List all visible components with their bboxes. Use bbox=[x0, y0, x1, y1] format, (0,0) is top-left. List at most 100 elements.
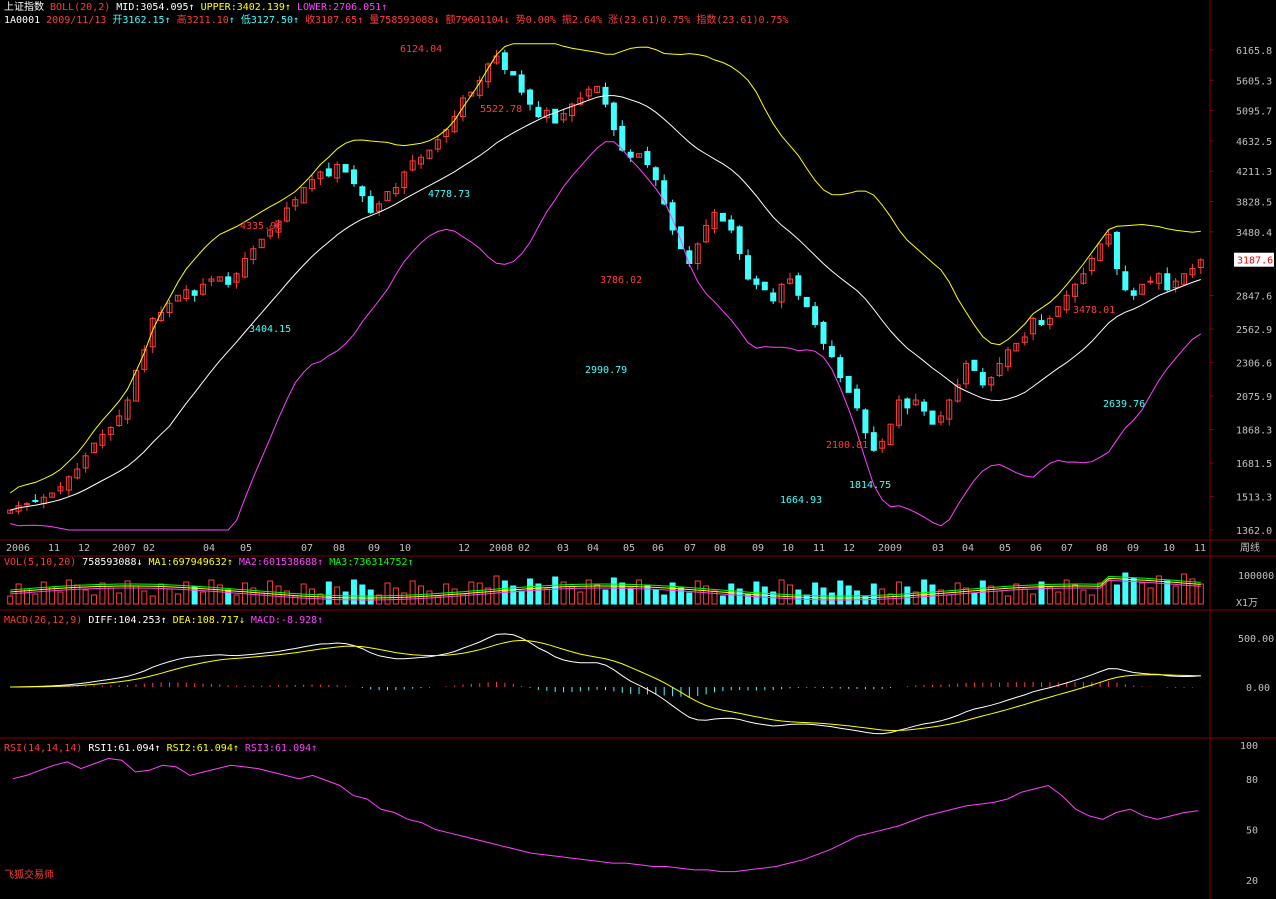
volume-bar bbox=[116, 592, 123, 605]
time-axis-label: 03 bbox=[557, 543, 569, 554]
boll-mid-line bbox=[10, 95, 1201, 511]
candle-body bbox=[921, 401, 928, 412]
volume-bar bbox=[1197, 583, 1204, 605]
volume-bar bbox=[610, 577, 617, 605]
price-tick-label: 5605.3 bbox=[1236, 76, 1272, 87]
volume-bar bbox=[1113, 584, 1120, 605]
volume-bar bbox=[82, 589, 89, 605]
time-axis-label: 04 bbox=[587, 543, 599, 554]
volume-bar bbox=[409, 580, 416, 605]
time-axis-label: 09 bbox=[368, 543, 380, 554]
volume-bar bbox=[870, 583, 877, 605]
period-label: 周线 bbox=[1240, 541, 1260, 554]
volume-bar bbox=[1004, 595, 1011, 605]
price-tick-label: 2847.6 bbox=[1236, 292, 1272, 303]
volume-bar bbox=[988, 585, 995, 605]
volume-bar bbox=[636, 579, 643, 605]
price-annotation: 2100.81 bbox=[826, 440, 868, 451]
volume-bar bbox=[1038, 581, 1045, 605]
volume-bar bbox=[485, 587, 492, 605]
time-axis-label: 09 bbox=[1127, 543, 1139, 554]
time-axis-label: 03 bbox=[932, 543, 944, 554]
volume-bar bbox=[845, 585, 852, 605]
price-annotation: 3404.15 bbox=[249, 324, 291, 335]
rsi-tick-label: 20 bbox=[1246, 876, 1258, 887]
price-annotation: 4778.73 bbox=[428, 189, 470, 200]
volume-bar bbox=[686, 592, 693, 605]
time-axis-label: 04 bbox=[203, 543, 215, 554]
candle-body bbox=[736, 226, 743, 255]
volume-bar bbox=[879, 588, 886, 605]
volume-bar bbox=[837, 580, 844, 605]
volume-bar bbox=[15, 583, 22, 605]
time-axis-label: 05 bbox=[240, 543, 252, 554]
volume-bar bbox=[91, 594, 98, 605]
volume-bar bbox=[535, 583, 542, 605]
stock-chart: 6165.8 5605.3 5095.7 4632.5 4211.3 3828.5 3480… bbox=[0, 0, 1276, 899]
volume-bar bbox=[895, 581, 902, 605]
candle-body bbox=[719, 212, 726, 222]
volume-bar bbox=[384, 582, 391, 605]
candle-body bbox=[527, 89, 534, 105]
price-tick-label: 2562.9 bbox=[1236, 325, 1272, 336]
volume-bar bbox=[812, 582, 819, 605]
volume-bar bbox=[1021, 588, 1028, 605]
volume-bar bbox=[719, 595, 726, 605]
price-tag: 3187.6 bbox=[1237, 256, 1273, 267]
time-axis-label: 2008 bbox=[489, 543, 513, 554]
price-annotation: 1814.75 bbox=[849, 480, 891, 491]
candle-body bbox=[535, 106, 542, 118]
candle-body bbox=[342, 164, 349, 173]
volume-bar bbox=[937, 589, 944, 605]
candle-body bbox=[1147, 280, 1154, 283]
boll-lower-line bbox=[10, 141, 1202, 531]
time-axis-label: 08 bbox=[333, 543, 345, 554]
volume-bar bbox=[728, 583, 735, 605]
candle-body bbox=[518, 74, 525, 93]
price-tick-label: 1868.3 bbox=[1236, 426, 1272, 437]
volume-bar bbox=[132, 585, 139, 605]
volume-bar bbox=[946, 594, 953, 605]
volume-bar bbox=[200, 591, 207, 605]
price-tick-label: 1513.3 bbox=[1236, 493, 1272, 504]
candle-body bbox=[828, 346, 835, 358]
volume-bar bbox=[627, 587, 634, 605]
candle-body bbox=[795, 275, 802, 296]
price-annotation: 6124.04 bbox=[400, 44, 442, 55]
volume-bar bbox=[40, 581, 47, 605]
candle-body bbox=[191, 290, 198, 296]
volume-bar bbox=[568, 586, 575, 605]
volume-bar bbox=[1189, 578, 1196, 605]
volume-bar bbox=[602, 589, 609, 605]
volume-bar bbox=[1105, 579, 1112, 605]
price-annotation: 4335.96 bbox=[240, 221, 282, 232]
candle-body bbox=[510, 71, 517, 76]
volume-bar bbox=[443, 583, 450, 605]
volume-bar bbox=[1055, 591, 1062, 605]
candle-body bbox=[862, 409, 869, 434]
volume-bar bbox=[65, 579, 72, 605]
time-axis-label: 02 bbox=[518, 543, 530, 554]
vol-tick-label: 100000 bbox=[1238, 571, 1274, 582]
time-axis-label: 07 bbox=[1061, 543, 1073, 554]
candle-body bbox=[812, 306, 819, 325]
volume-bar bbox=[527, 578, 534, 605]
volume-bar bbox=[267, 580, 274, 605]
volume-bar bbox=[1046, 586, 1053, 605]
macd-dea-line bbox=[10, 639, 1201, 732]
candle-body bbox=[870, 432, 877, 451]
volume-bar bbox=[661, 594, 668, 605]
price-tick-label: 1362.0 bbox=[1236, 526, 1272, 537]
candle-body bbox=[728, 219, 735, 231]
volume-bar bbox=[1164, 580, 1171, 605]
volume-bar bbox=[233, 594, 240, 605]
candle-body bbox=[854, 388, 861, 409]
candle-body bbox=[1038, 320, 1045, 325]
candle-body bbox=[770, 292, 777, 302]
time-axis-label: 11 bbox=[1194, 543, 1206, 554]
candle-body bbox=[761, 281, 768, 291]
time-axis-label: 06 bbox=[652, 543, 664, 554]
volume-bar bbox=[510, 585, 517, 605]
volume-bar bbox=[543, 588, 550, 605]
volume-bar bbox=[1172, 585, 1179, 605]
